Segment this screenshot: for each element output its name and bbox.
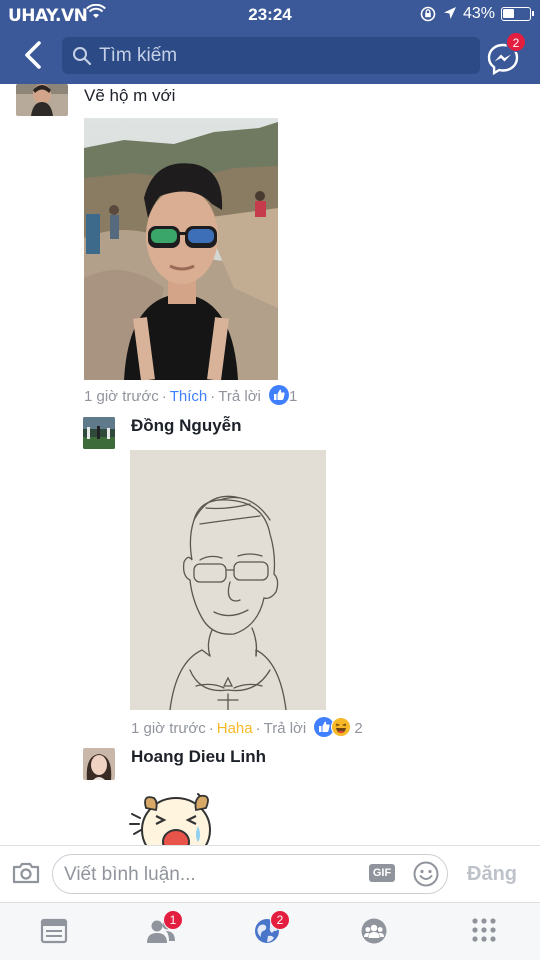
search-placeholder: Tìm kiếm: [99, 45, 178, 66]
comment-photo-selfie[interactable]: [84, 118, 278, 380]
battery-icon: [501, 7, 534, 21]
status-bar: UHAY.VN 23:24 43%: [0, 0, 540, 30]
commenter-name[interactable]: Đồng Nguyễn: [131, 416, 242, 436]
camera-icon: [12, 862, 40, 884]
tab-friend-requests[interactable]: 1: [146, 910, 183, 947]
camera-button[interactable]: [12, 861, 40, 890]
like-reaction-icon: [269, 385, 290, 405]
smiley-icon: [413, 861, 439, 887]
avatar[interactable]: [16, 84, 68, 116]
location-arrow-icon: [444, 7, 456, 19]
haha-reaction-icon: [331, 717, 352, 737]
rotation-lock-icon: [420, 6, 436, 22]
comment-composer: Viết bình luận... GIF Đăng: [0, 845, 540, 902]
tab-more[interactable]: [471, 917, 501, 947]
top-bar: UHAY.VN 23:24 43% Tìm kiếm 2: [0, 0, 540, 84]
battery-percent: 43%: [463, 5, 496, 22]
news-feed-icon: [40, 918, 68, 944]
messenger-badge: 2: [506, 32, 526, 52]
comment-text: Vẽ hộ m với: [84, 86, 176, 105]
comment-meta: 1 giờ trước · Haha · Trả lời 2: [131, 717, 363, 737]
reaction-count[interactable]: 2: [354, 720, 362, 737]
search-icon: [73, 47, 92, 66]
gif-button[interactable]: GIF: [369, 864, 395, 882]
notifications-badge: 2: [270, 910, 290, 930]
comment-sticker[interactable]: [128, 786, 218, 846]
tab-notifications[interactable]: 2: [253, 910, 290, 947]
reaction-count[interactable]: 1: [289, 388, 297, 405]
comment-meta: 1 giờ trước · Thích · Trả lời 1: [84, 385, 297, 405]
bottom-tab-bar: 1 2: [0, 902, 540, 960]
like-link[interactable]: Thích: [170, 388, 208, 405]
comment-time: 1 giờ trước: [131, 720, 206, 737]
groups-icon: [361, 918, 387, 944]
friend-requests-badge: 1: [163, 910, 183, 930]
commenter-name[interactable]: Hoang Dieu Linh: [131, 747, 266, 767]
chevron-left-icon: [25, 41, 41, 69]
search-input[interactable]: Tìm kiếm: [62, 37, 480, 74]
avatar[interactable]: [83, 417, 115, 449]
reply-link[interactable]: Trả lời: [218, 388, 261, 405]
comment-photo-drawing[interactable]: [130, 450, 326, 710]
tab-groups[interactable]: [360, 917, 390, 947]
reply-link[interactable]: Trả lời: [264, 720, 307, 737]
back-button[interactable]: [16, 36, 52, 74]
menu-grid-icon: [472, 918, 496, 942]
messenger-button[interactable]: 2: [486, 32, 526, 76]
emoji-button[interactable]: [413, 861, 439, 892]
comment-placeholder: Viết bình luận...: [64, 864, 196, 885]
status-time: 23:24: [248, 5, 292, 24]
post-button[interactable]: Đăng: [467, 863, 517, 886]
comment-time: 1 giờ trước: [84, 388, 159, 405]
haha-link[interactable]: Haha: [217, 720, 253, 737]
tab-news-feed[interactable]: [40, 917, 70, 947]
avatar[interactable]: [83, 748, 115, 780]
